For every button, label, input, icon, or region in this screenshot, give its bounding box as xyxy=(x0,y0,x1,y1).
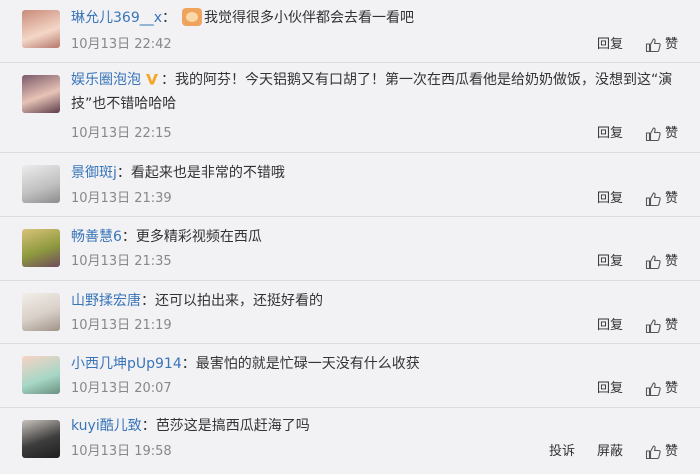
avatar-image xyxy=(22,293,60,331)
comment-text: 最害怕的就是忙碌一天没有什么收获 xyxy=(195,356,420,372)
separator: ： xyxy=(121,229,136,245)
comment-item: 琳允儿369__x： 我觉得很多小伙伴都会去看一看吧 10月13日 22:42 回… xyxy=(0,0,700,63)
separator: ： xyxy=(181,356,196,372)
thumbs-up-icon xyxy=(645,382,661,397)
comment-actions: 回复 赞 xyxy=(597,253,678,271)
like-button[interactable]: 赞 xyxy=(645,253,678,271)
username-link[interactable]: 景御斑j xyxy=(71,165,117,181)
user-avatar[interactable] xyxy=(22,356,60,394)
thumbs-up-icon xyxy=(645,319,661,334)
separator: ： xyxy=(141,418,156,434)
verified-v-icon xyxy=(146,74,158,85)
comment-content-cont: 技”也不错哈哈哈 xyxy=(71,92,680,116)
block-button[interactable]: 屏蔽 xyxy=(597,443,623,461)
comment-item: kuyi酷儿致：芭莎这是搞西瓜赶海了吗 10月13日 19:58 投诉 屏蔽 赞 xyxy=(0,408,700,474)
comment-time: 10月13日 22:15 xyxy=(71,126,172,141)
separator: ： xyxy=(161,72,175,88)
thumbs-up-icon xyxy=(645,38,661,53)
comment-content: 琳允儿369__x： 我觉得很多小伙伴都会去看一看吧 xyxy=(71,6,680,30)
like-label: 赞 xyxy=(664,254,678,269)
comment-text-cont: 技”也不错哈哈哈 xyxy=(71,96,177,112)
comment-list: 琳允儿369__x： 我觉得很多小伙伴都会去看一看吧 10月13日 22:42 回… xyxy=(0,0,700,474)
thumbs-up-icon xyxy=(645,127,661,142)
comment-item: 山野揉宏唐：还可以拍出来，还挺好看的 10月13日 21:19 回复 赞 xyxy=(0,281,700,344)
comment-time: 10月13日 22:42 xyxy=(71,37,172,52)
reply-button[interactable]: 回复 xyxy=(597,253,623,271)
reply-button[interactable]: 回复 xyxy=(597,317,623,335)
thumbs-up-icon xyxy=(645,192,661,207)
comment-time: 10月13日 20:07 xyxy=(71,381,172,396)
comment-time: 10月13日 21:39 xyxy=(71,191,172,206)
like-label: 赞 xyxy=(664,318,678,333)
reply-button[interactable]: 回复 xyxy=(597,36,623,54)
username-link[interactable]: 山野揉宏唐 xyxy=(71,293,141,309)
like-button[interactable]: 赞 xyxy=(645,317,678,335)
username-link[interactable]: kuyi酷儿致 xyxy=(71,418,142,434)
like-label: 赞 xyxy=(664,381,678,396)
comment-content: 娱乐圈泡泡 ：我的阿芬！今天铝鹅又有口胡了！第一次在西瓜看他是给奶奶做饭，没想到这… xyxy=(71,68,680,92)
comment-text: 还可以拍出来，还挺好看的 xyxy=(155,293,323,309)
comment-text: 看起来也是非常的不错哦 xyxy=(130,165,285,181)
avatar-image xyxy=(22,420,60,458)
comment-time: 10月13日 21:19 xyxy=(71,318,172,333)
reply-button[interactable]: 回复 xyxy=(597,125,623,143)
comment-item: 畅善慧6：更多精彩视频在西瓜 10月13日 21:35 回复 赞 xyxy=(0,217,700,281)
user-avatar[interactable] xyxy=(22,10,60,48)
thumbs-up-icon xyxy=(645,255,661,270)
like-label: 赞 xyxy=(664,37,678,52)
comment-actions: 回复 赞 xyxy=(597,317,678,335)
separator: ： xyxy=(162,10,177,26)
comment-text: 我觉得很多小伙伴都会去看一看吧 xyxy=(204,10,415,26)
comment-item: 娱乐圈泡泡 ：我的阿芬！今天铝鹅又有口胡了！第一次在西瓜看他是给奶奶做饭，没想到这… xyxy=(0,63,700,153)
comment-content: 畅善慧6：更多精彩视频在西瓜 xyxy=(71,225,680,249)
like-button[interactable]: 赞 xyxy=(645,36,678,54)
user-avatar[interactable] xyxy=(22,75,60,113)
thumbs-up-icon xyxy=(645,445,661,460)
user-avatar[interactable] xyxy=(22,165,60,203)
comment-item: 小西几坤pUp914：最害怕的就是忙碌一天没有什么收获 10月13日 20:07… xyxy=(0,344,700,408)
comment-content: 小西几坤pUp914：最害怕的就是忙碌一天没有什么收获 xyxy=(71,352,680,376)
comment-text: 我的阿芬！今天铝鹅又有口胡了！第一次在西瓜看他是给奶奶做饭，没想到这“演 xyxy=(175,72,673,88)
comment-actions: 回复 赞 xyxy=(597,190,678,208)
like-button[interactable]: 赞 xyxy=(645,443,678,461)
username-link[interactable]: 琳允儿369__x xyxy=(71,10,162,26)
like-button[interactable]: 赞 xyxy=(645,380,678,398)
avatar-image xyxy=(22,165,60,203)
like-label: 赞 xyxy=(664,191,678,206)
comment-content: 山野揉宏唐：还可以拍出来，还挺好看的 xyxy=(71,289,680,313)
username-link[interactable]: 小西几坤pUp914 xyxy=(71,356,182,372)
comment-content: kuyi酷儿致：芭莎这是搞西瓜赶海了吗 xyxy=(71,414,680,438)
comment-content: 景御斑j：看起来也是非常的不错哦 xyxy=(71,161,680,185)
like-label: 赞 xyxy=(664,126,678,141)
separator: ： xyxy=(141,293,155,309)
avatar-image xyxy=(22,229,60,267)
avatar-image xyxy=(22,356,60,394)
comment-actions: 回复 赞 xyxy=(597,36,678,54)
user-avatar[interactable] xyxy=(22,293,60,331)
comment-actions: 回复 赞 xyxy=(597,380,678,398)
reply-button[interactable]: 回复 xyxy=(597,190,623,208)
user-avatar[interactable] xyxy=(22,229,60,267)
separator: ： xyxy=(116,165,131,181)
like-button[interactable]: 赞 xyxy=(645,125,678,143)
reply-button[interactable]: 回复 xyxy=(597,380,623,398)
like-label: 赞 xyxy=(664,444,678,459)
avatar-image xyxy=(22,10,60,48)
comment-time: 10月13日 21:35 xyxy=(71,254,172,269)
avatar-image xyxy=(22,75,60,113)
report-button[interactable]: 投诉 xyxy=(549,443,575,461)
comment-actions: 回复 赞 xyxy=(597,125,678,143)
like-button[interactable]: 赞 xyxy=(645,190,678,208)
comment-time: 10月13日 19:58 xyxy=(71,444,172,459)
emoji-icon xyxy=(182,8,203,26)
comment-item: 景御斑j：看起来也是非常的不错哦 10月13日 21:39 回复 赞 xyxy=(0,153,700,217)
comment-actions: 投诉 屏蔽 赞 xyxy=(549,443,678,461)
comment-text: 芭莎这是搞西瓜赶海了吗 xyxy=(155,418,310,434)
user-avatar[interactable] xyxy=(22,420,60,458)
comment-text: 更多精彩视频在西瓜 xyxy=(135,229,262,245)
username-link[interactable]: 娱乐圈泡泡 xyxy=(71,72,141,88)
username-link[interactable]: 畅善慧6 xyxy=(71,229,122,245)
